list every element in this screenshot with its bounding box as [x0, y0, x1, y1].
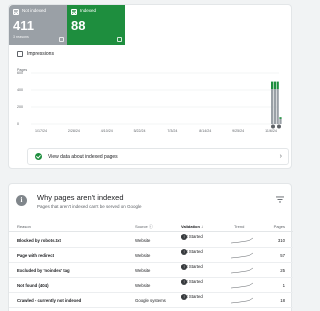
x-tick-label: 11/6/24 [265, 129, 277, 133]
validation-text: Not Started [181, 249, 203, 254]
x-tick-label: 4/10/24 [101, 129, 113, 133]
info-icon: i [16, 195, 27, 206]
chevron-right-icon: › [279, 153, 282, 160]
col-source-label: Source [135, 224, 148, 229]
table-row[interactable]: Not found (404) Website! Not Started 1 [9, 278, 293, 293]
help-icon[interactable] [59, 37, 64, 42]
not-indexed-reasons: 3 reasons [13, 35, 29, 39]
x-tick-label: 5/22/24 [134, 129, 146, 133]
indexed-count: 88 [71, 18, 86, 33]
view-indexed-pages-label: View data about indexed pages [48, 153, 118, 160]
trend-sparkline [231, 252, 253, 259]
bar-indexed [276, 81, 279, 90]
source-text: Google systems [135, 298, 166, 303]
reason-text: Crawled - currently not indexed [17, 298, 82, 303]
bar-indexed [273, 81, 276, 90]
source-text: Website [135, 268, 151, 273]
pages-count: 1 [282, 283, 285, 288]
index-status-card: Not indexed 411 3 reasons Indexed 88 Imp… [8, 4, 292, 169]
y-tick-label: 400 [17, 88, 23, 92]
x-tick-label: 9/25/24 [232, 129, 244, 133]
y-tick-label: 600 [17, 71, 23, 75]
pages-count: 18 [280, 298, 285, 303]
validation-text: Not Started [181, 234, 203, 239]
pages-count: 310 [277, 238, 285, 243]
section-subtitle: Pages that aren't indexed can't be serve… [37, 204, 142, 209]
indexed-tile[interactable]: Indexed 88 [67, 5, 125, 45]
pages-count: 57 [280, 253, 285, 258]
validation-text: Not Started [181, 264, 203, 269]
view-indexed-pages-link[interactable]: View data about indexed pages › [27, 148, 289, 165]
col-validation-label: Validation [181, 224, 200, 229]
reason-text: Blocked by robots.txt [17, 238, 61, 243]
trend-sparkline [231, 297, 253, 304]
checkbox-unchecked-icon[interactable] [17, 51, 23, 57]
reasons-table: Blocked by robots.txt Website! Not Started… [9, 233, 293, 308]
reason-text: Excluded by 'noindex' tag [17, 268, 70, 273]
source-text: Website [135, 283, 151, 288]
bar-not-indexed [276, 89, 279, 124]
bar-not-indexed [273, 89, 276, 124]
sort-down-icon: ↓ [201, 224, 204, 229]
col-pages: Pages [273, 224, 285, 229]
check-circle-icon [35, 153, 42, 160]
y-tick-label: 0 [17, 122, 19, 126]
trend-sparkline [231, 267, 253, 274]
section-title: Why pages aren't indexed [37, 193, 124, 202]
help-icon[interactable] [117, 37, 122, 42]
annotation-marker [271, 124, 275, 129]
pages-chart-svg: Pages60040020001/17/24 2/28/24 4/10/24 5/22… [17, 68, 282, 133]
x-tick-label: 2/28/24 [68, 129, 80, 133]
table-row[interactable]: Crawled - currently not indexed Google sy… [9, 293, 293, 308]
impressions-label: Impressions [27, 51, 54, 57]
bar-not-indexed [271, 89, 274, 124]
y-tick-label: 200 [17, 105, 23, 109]
help-icon[interactable]: ⓘ [149, 224, 153, 229]
validation-text: Not Started [181, 279, 203, 284]
table-header: Reason Source ⓘ Validation ↓ Trend Pages [9, 222, 293, 232]
pages-count: 25 [280, 268, 285, 273]
table-row[interactable]: Page with redirect Website! Not Started 57 [9, 248, 293, 263]
not-indexed-label: Not indexed [22, 8, 47, 13]
not-indexed-count: 411 [13, 18, 34, 33]
bar-not-indexed [279, 118, 282, 124]
checkbox-checked-icon[interactable] [13, 9, 19, 15]
table-row[interactable]: Excluded by 'noindex' tag Website! Not Sta… [9, 263, 293, 278]
trend-sparkline [231, 237, 253, 244]
why-not-indexed-card: i Why pages aren't indexed Pages that ar… [8, 183, 293, 311]
annotation-marker [277, 124, 281, 129]
validation-text: Not Started [181, 294, 203, 299]
pages-chart: Pages 600 400 200 0 1/17/24 2/28/24 4/10/24 5/22… [9, 63, 293, 141]
impressions-toggle[interactable]: Impressions [17, 51, 54, 57]
bar-indexed [271, 81, 274, 90]
reason-text: Not found (404) [17, 283, 49, 288]
source-text: Website [135, 253, 151, 258]
table-row[interactable]: Blocked by robots.txt Website! Not Started… [9, 233, 293, 248]
bar-indexed [279, 117, 282, 119]
reason-text: Page with redirect [17, 253, 55, 258]
filter-icon[interactable] [276, 196, 284, 203]
x-tick-label: 7/3/24 [167, 129, 177, 133]
source-text: Website [135, 238, 151, 243]
col-source: Source ⓘ [135, 224, 153, 230]
col-trend: Trend [234, 224, 245, 229]
col-validation[interactable]: Validation ↓ [181, 224, 203, 229]
col-reason: Reason [17, 224, 31, 229]
checkbox-checked-icon[interactable] [71, 9, 77, 15]
x-tick-label: 1/17/24 [35, 129, 47, 133]
indexed-label: Indexed [80, 8, 97, 13]
trend-sparkline [231, 282, 253, 289]
not-indexed-tile[interactable]: Not indexed 411 3 reasons [9, 5, 67, 45]
x-tick-label: 8/14/24 [199, 129, 211, 133]
